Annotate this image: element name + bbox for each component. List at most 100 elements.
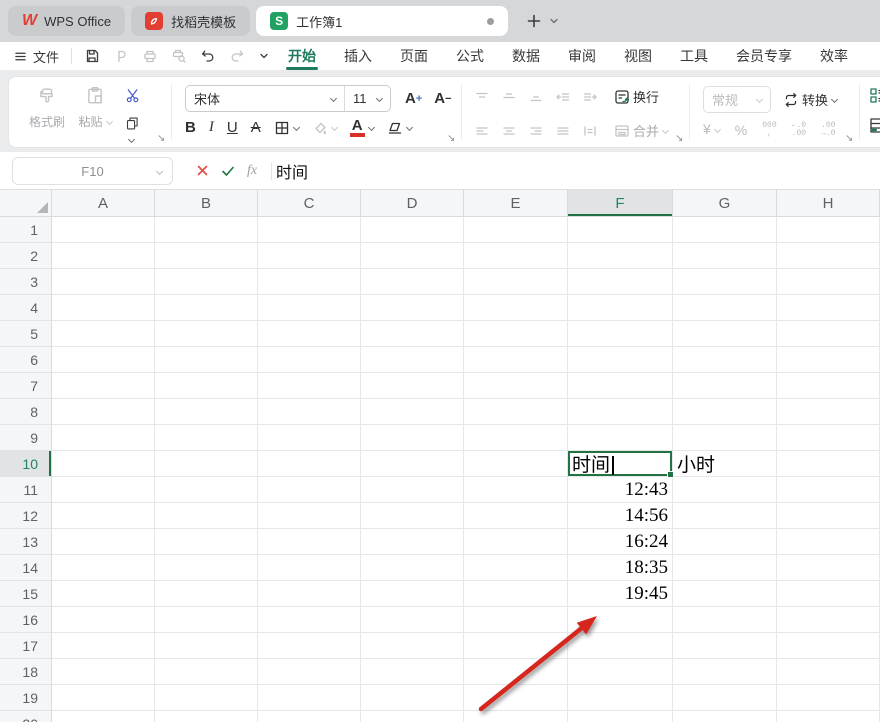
cell-A17[interactable] <box>52 633 155 659</box>
cell-D13[interactable] <box>361 529 464 555</box>
cell-D17[interactable] <box>361 633 464 659</box>
cell-C9[interactable] <box>258 425 361 451</box>
cell-C10[interactable] <box>258 451 361 477</box>
cell-A18[interactable] <box>52 659 155 685</box>
ribbon-tab-review[interactable]: 审阅 <box>568 42 596 70</box>
format-painter-button[interactable]: 格式刷 <box>23 77 71 130</box>
cell-H4[interactable] <box>777 295 880 321</box>
cell-D10[interactable] <box>361 451 464 477</box>
cell-H7[interactable] <box>777 373 880 399</box>
cell-D19[interactable] <box>361 685 464 711</box>
cell-H6[interactable] <box>777 347 880 373</box>
thousands-format-button[interactable]: 000, <box>762 122 776 138</box>
align-center-button[interactable] <box>502 124 516 138</box>
cell-F17[interactable] <box>568 633 673 659</box>
percent-format-button[interactable]: % <box>735 122 747 138</box>
cell-E20[interactable] <box>464 711 568 722</box>
row-header-15[interactable]: 15 <box>0 581 52 607</box>
cell-G10[interactable]: 小时 <box>673 451 777 477</box>
cell-H15[interactable] <box>777 581 880 607</box>
save-button[interactable] <box>84 48 100 64</box>
cell-F7[interactable] <box>568 373 673 399</box>
cell-E14[interactable] <box>464 555 568 581</box>
cell-G13[interactable] <box>673 529 777 555</box>
cell-A11[interactable] <box>52 477 155 503</box>
row-header-6[interactable]: 6 <box>0 347 52 373</box>
row-header-10[interactable]: 10 <box>0 451 52 477</box>
print-button[interactable] <box>142 48 158 64</box>
cell-H3[interactable] <box>777 269 880 295</box>
wrap-text-button[interactable]: 换行 <box>614 87 659 106</box>
table-style-button[interactable] <box>869 117 880 135</box>
font-color-button[interactable]: A <box>350 119 374 137</box>
column-header-G[interactable]: G <box>673 190 777 217</box>
cell-F11[interactable]: 12:43 <box>568 477 673 503</box>
fill-handle[interactable] <box>667 471 674 478</box>
cell-E3[interactable] <box>464 269 568 295</box>
increase-decimal-button[interactable]: .00→.0 <box>821 122 835 138</box>
cell-B6[interactable] <box>155 347 258 373</box>
cell-F8[interactable] <box>568 399 673 425</box>
row-header-20[interactable]: 20 <box>0 711 52 722</box>
cell-B1[interactable] <box>155 217 258 243</box>
cell-D1[interactable] <box>361 217 464 243</box>
increase-font-button[interactable]: A+ <box>405 90 422 107</box>
cell-D2[interactable] <box>361 243 464 269</box>
column-header-E[interactable]: E <box>464 190 568 217</box>
cell-H8[interactable] <box>777 399 880 425</box>
cell-C4[interactable] <box>258 295 361 321</box>
cell-A20[interactable] <box>52 711 155 722</box>
cell-G3[interactable] <box>673 269 777 295</box>
cell-F18[interactable] <box>568 659 673 685</box>
cell-F19[interactable] <box>568 685 673 711</box>
cell-D12[interactable] <box>361 503 464 529</box>
cell-D15[interactable] <box>361 581 464 607</box>
cell-D3[interactable] <box>361 269 464 295</box>
currency-format-button[interactable]: ¥ <box>703 121 720 139</box>
cell-E2[interactable] <box>464 243 568 269</box>
cell-E7[interactable] <box>464 373 568 399</box>
cell-F12[interactable]: 14:56 <box>568 503 673 529</box>
cell-H5[interactable] <box>777 321 880 347</box>
redo-button[interactable] <box>229 48 245 64</box>
quick-access-chevron-icon[interactable] <box>258 50 270 62</box>
cell-A12[interactable] <box>52 503 155 529</box>
row-header-17[interactable]: 17 <box>0 633 52 659</box>
cell-F15[interactable]: 19:45 <box>568 581 673 607</box>
cell-E1[interactable] <box>464 217 568 243</box>
cell-C1[interactable] <box>258 217 361 243</box>
tab-wps-office[interactable]: W WPS Office <box>8 6 125 36</box>
italic-button[interactable]: I <box>209 119 214 136</box>
decrease-font-button[interactable]: A− <box>434 90 451 107</box>
cell-B7[interactable] <box>155 373 258 399</box>
merge-cells-button[interactable]: 合并 <box>614 121 668 140</box>
tab-docer-templates[interactable]: 找稻壳模板 <box>131 6 250 36</box>
cell-G19[interactable] <box>673 685 777 711</box>
cell-F14[interactable]: 18:35 <box>568 555 673 581</box>
cell-D8[interactable] <box>361 399 464 425</box>
cell-D9[interactable] <box>361 425 464 451</box>
tab-workbook1[interactable]: S 工作簿1 <box>256 6 508 36</box>
cell-B14[interactable] <box>155 555 258 581</box>
underline-button[interactable]: U <box>227 119 238 136</box>
ribbon-tab-view[interactable]: 视图 <box>624 42 652 70</box>
row-header-14[interactable]: 14 <box>0 555 52 581</box>
cell-B8[interactable] <box>155 399 258 425</box>
cell-G17[interactable] <box>673 633 777 659</box>
row-header-4[interactable]: 4 <box>0 295 52 321</box>
print-preview-button[interactable] <box>171 48 187 64</box>
name-box[interactable]: F10 <box>12 157 173 185</box>
cell-A9[interactable] <box>52 425 155 451</box>
cell-D7[interactable] <box>361 373 464 399</box>
cell-D4[interactable] <box>361 295 464 321</box>
tab-list-chevron-icon[interactable] <box>548 15 560 27</box>
cell-B15[interactable] <box>155 581 258 607</box>
ribbon-tab-tools[interactable]: 工具 <box>680 42 708 70</box>
undo-button[interactable] <box>200 48 216 64</box>
column-header-A[interactable]: A <box>52 190 155 217</box>
cell-F9[interactable] <box>568 425 673 451</box>
cell-F4[interactable] <box>568 295 673 321</box>
cell-A13[interactable] <box>52 529 155 555</box>
insert-function-button[interactable]: fx <box>247 163 257 179</box>
distributed-align-button[interactable] <box>583 124 597 138</box>
